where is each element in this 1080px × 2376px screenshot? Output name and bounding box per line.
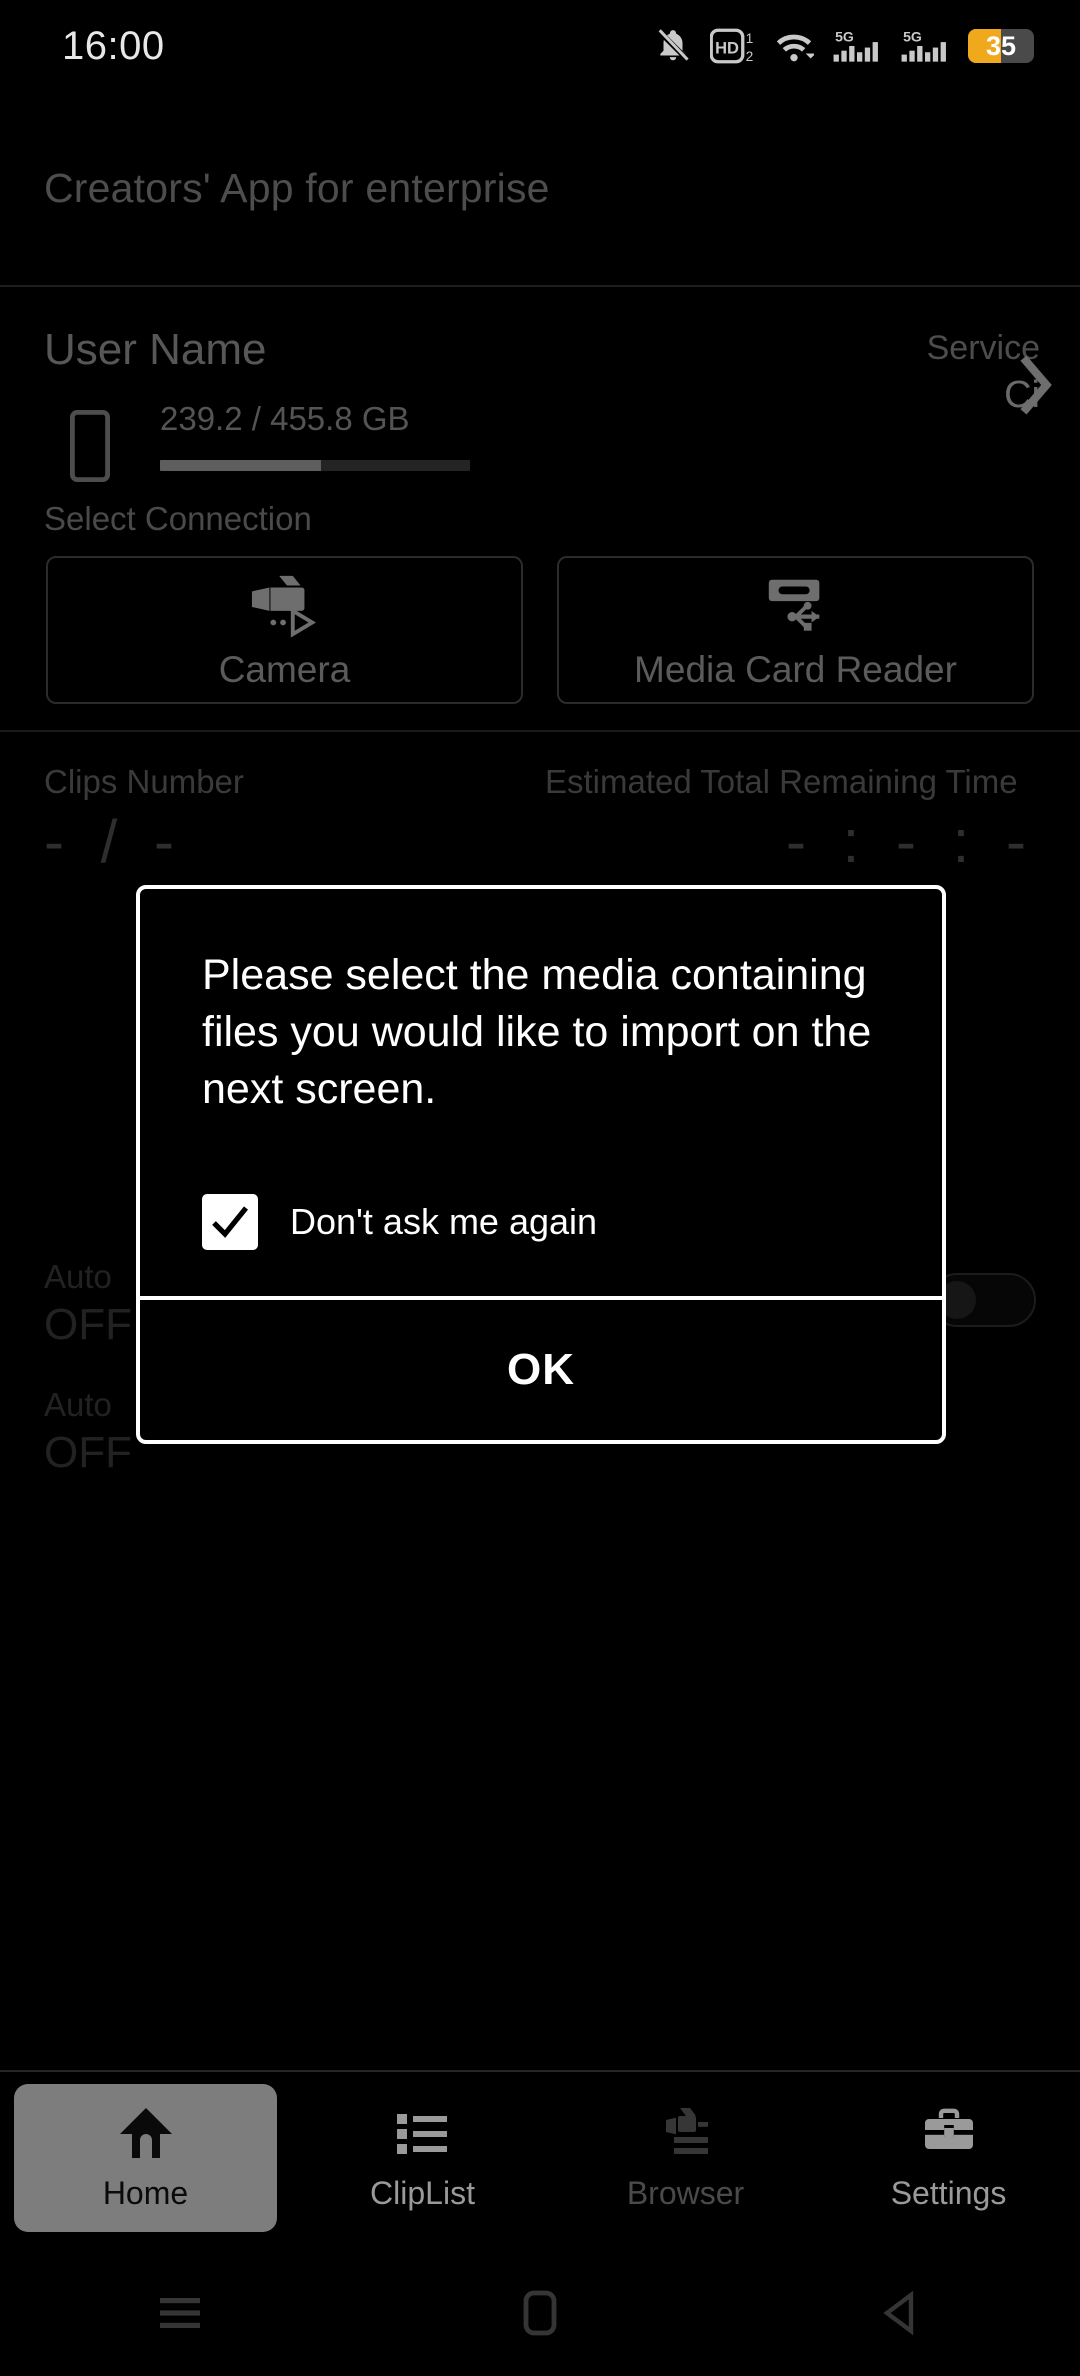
recents-menu-icon[interactable] bbox=[120, 2268, 240, 2358]
browser-camera-icon bbox=[656, 2104, 716, 2167]
connection-option-label: Camera bbox=[218, 648, 351, 690]
remaining-time-label: Estimated Total Remaining Time bbox=[545, 763, 1018, 800]
nav-item-home[interactable]: Home bbox=[14, 2084, 277, 2232]
chevron-right-icon[interactable] bbox=[1012, 350, 1058, 425]
checkmark-icon bbox=[212, 1206, 249, 1238]
back-triangle-icon[interactable] bbox=[840, 2268, 960, 2358]
clips-number-label: Clips Number bbox=[44, 763, 244, 800]
svg-text:HD: HD bbox=[715, 40, 739, 58]
battery-icon: 35 bbox=[968, 29, 1034, 63]
bottom-navigation: Home ClipList Browser Settings bbox=[0, 2072, 1080, 2250]
status-bar: 16:00 HD 1 2 5G 5G 35 bbox=[0, 0, 1080, 92]
status-bar-icons: HD 1 2 5G 5G 35 bbox=[654, 27, 1034, 65]
dialog-body: Please select the media containing files… bbox=[140, 889, 942, 1296]
signal-5g-icon: 5G bbox=[832, 27, 882, 65]
list-icon bbox=[393, 2104, 453, 2167]
remaining-time-value: - : - : - bbox=[786, 808, 1036, 875]
status-bar-clock: 16:00 bbox=[62, 23, 165, 68]
bell-mute-icon bbox=[654, 27, 692, 65]
connection-option-label: Media Card Reader bbox=[634, 648, 957, 690]
phone-screen: 16:00 HD 1 2 5G 5G 35 Creators' App for … bbox=[0, 0, 1080, 2376]
nav-item-label: Browser bbox=[626, 2175, 745, 2211]
storage-progress-fill bbox=[160, 460, 322, 471]
connection-option-camera[interactable]: Camera bbox=[46, 556, 523, 704]
connection-option-media-card-reader[interactable]: Media Card Reader bbox=[557, 556, 1034, 704]
phone-storage-icon bbox=[70, 410, 111, 487]
svg-text:1: 1 bbox=[746, 31, 754, 46]
stats-divider bbox=[0, 730, 1080, 732]
svg-text:2: 2 bbox=[746, 49, 754, 64]
home-square-icon[interactable] bbox=[480, 2268, 600, 2358]
dialog-ok-button[interactable]: OK bbox=[140, 1300, 942, 1440]
dialog-message: Please select the media containing files… bbox=[202, 951, 872, 1113]
user-name-label: User Name bbox=[44, 325, 267, 374]
battery-percent-label: 35 bbox=[985, 31, 1017, 61]
android-navigation-bar bbox=[0, 2250, 1080, 2376]
storage-usage-label: 239.2 / 455.8 GB bbox=[160, 400, 410, 437]
nav-item-label: Home bbox=[102, 2175, 189, 2211]
header-divider bbox=[0, 285, 1080, 287]
card-reader-usb-icon bbox=[753, 570, 839, 645]
toolbox-icon bbox=[919, 2104, 979, 2167]
connection-options: Camera Media Card Reader bbox=[46, 556, 1034, 704]
wifi-icon bbox=[774, 29, 814, 63]
dont-ask-again-label: Don't ask me again bbox=[290, 1201, 598, 1242]
nav-item-label: ClipList bbox=[370, 2175, 475, 2211]
media-select-dialog: Please select the media containing files… bbox=[136, 885, 946, 1444]
home-icon bbox=[116, 2104, 176, 2167]
clips-number-value: - / - bbox=[44, 808, 184, 875]
camcorder-icon bbox=[242, 570, 328, 645]
dont-ask-again-checkbox[interactable] bbox=[202, 1194, 258, 1250]
nav-item-label: Settings bbox=[890, 2175, 1007, 2211]
nav-item-settings[interactable]: Settings bbox=[817, 2084, 1080, 2232]
stats-section: Clips Number Estimated Total Remaining T… bbox=[0, 745, 1080, 905]
svg-text:5G: 5G bbox=[835, 28, 854, 44]
hd-dual-sim-icon: HD 1 2 bbox=[710, 28, 756, 64]
nav-item-browser[interactable]: Browser bbox=[554, 2084, 817, 2232]
nav-item-cliplist[interactable]: ClipList bbox=[291, 2084, 554, 2232]
signal-5g-icon: 5G bbox=[900, 27, 950, 65]
page-title: Creators' App for enterprise bbox=[44, 165, 550, 211]
dont-ask-again-row[interactable]: Don't ask me again bbox=[202, 1194, 880, 1250]
svg-text:5G: 5G bbox=[903, 28, 922, 44]
select-connection-label: Select Connection bbox=[44, 500, 312, 537]
storage-progress-bar bbox=[160, 460, 470, 471]
